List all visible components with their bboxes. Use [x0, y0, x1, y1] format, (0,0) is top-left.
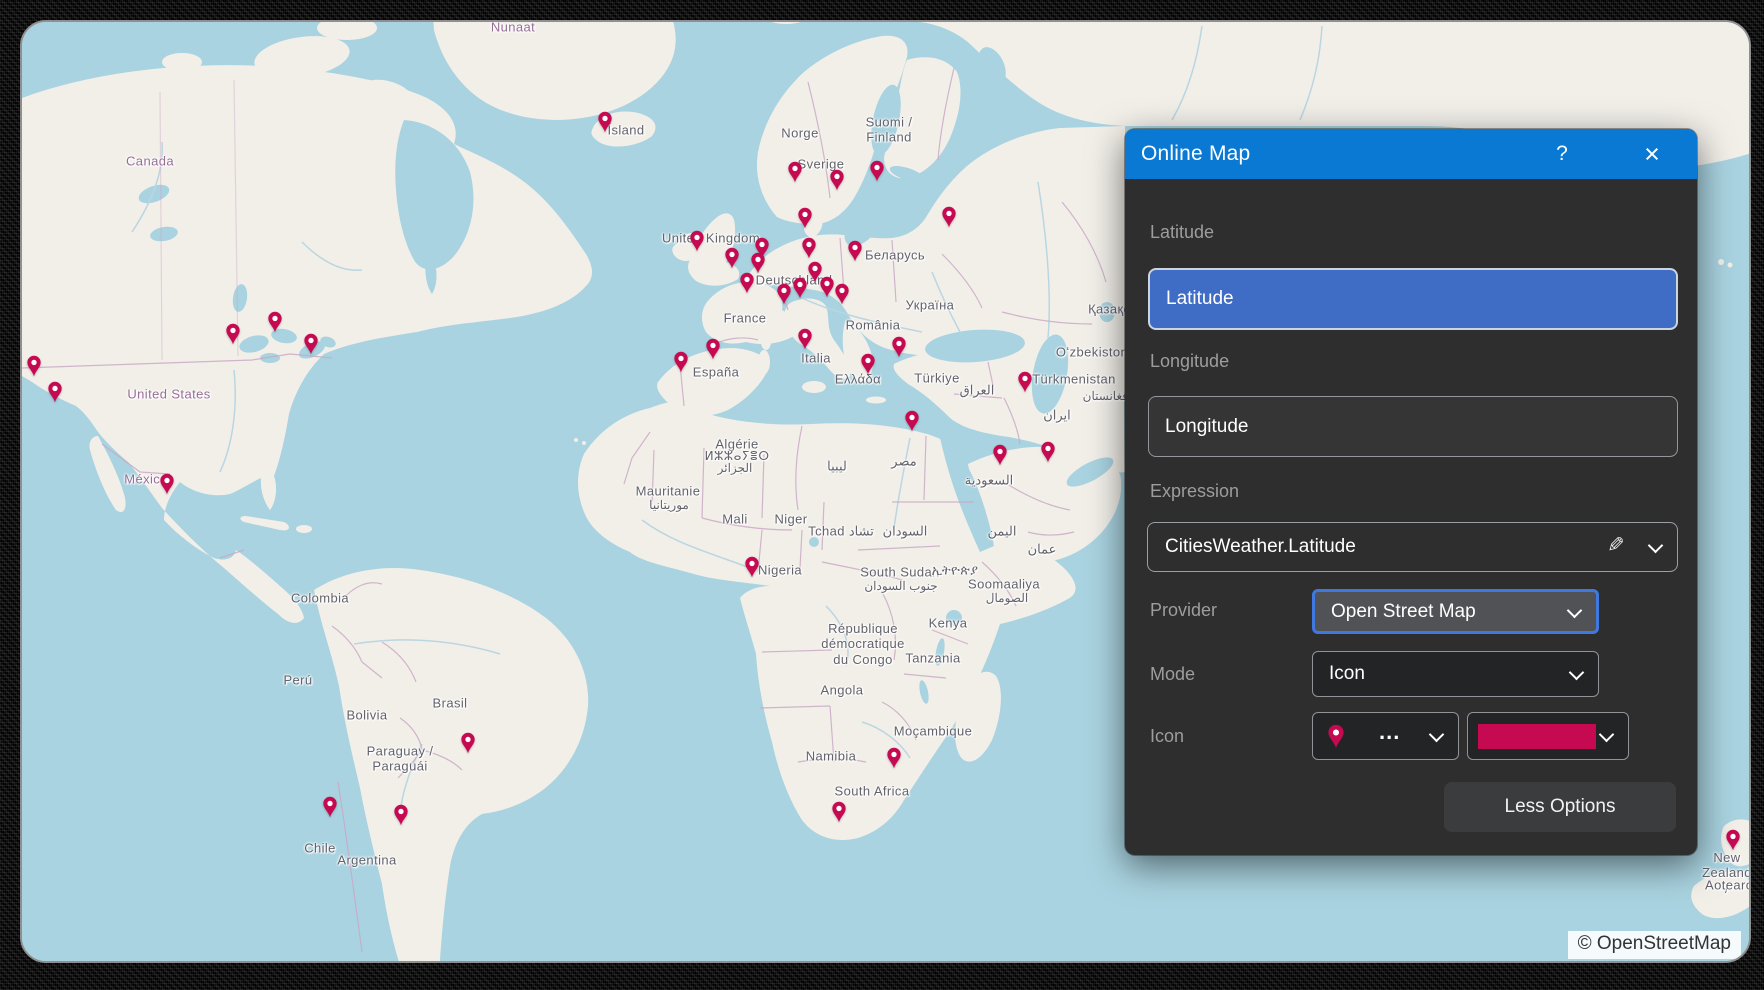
online-map-dialog: Online Map ? × Latitude Latitude Longitu…	[1125, 129, 1697, 855]
dialog-title: Online Map	[1141, 142, 1250, 166]
map-pin[interactable]	[847, 240, 863, 262]
longitude-field[interactable]: Longitude	[1148, 396, 1678, 457]
latitude-label: Latitude	[1150, 222, 1214, 243]
map-pin[interactable]	[1725, 829, 1741, 851]
map-pin[interactable]	[705, 338, 721, 360]
map-pin[interactable]	[750, 252, 766, 274]
provider-label: Provider	[1150, 600, 1217, 621]
map-pin[interactable]	[787, 161, 803, 183]
map-pin[interactable]	[834, 283, 850, 305]
map-pin[interactable]	[724, 247, 740, 269]
map-pin[interactable]	[689, 230, 705, 252]
map-pin[interactable]	[26, 355, 42, 377]
longitude-value: Longitude	[1165, 416, 1248, 438]
map-window: NunaatCanadaUnited StatesMéxicoColombiaP…	[20, 20, 1751, 963]
icon-color-dropdown[interactable]	[1467, 712, 1629, 760]
map-pin[interactable]	[831, 801, 847, 823]
map-attribution[interactable]: © OpenStreetMap	[1568, 931, 1741, 959]
map-pin[interactable]	[597, 111, 613, 133]
map-pin[interactable]	[1017, 371, 1033, 393]
map-pin[interactable]	[393, 804, 409, 826]
chevron-down-icon[interactable]	[1648, 538, 1664, 554]
map-pin[interactable]	[904, 410, 920, 432]
map-pin[interactable]	[776, 283, 792, 305]
map-pin[interactable]	[673, 351, 689, 373]
map-pin[interactable]	[159, 473, 175, 495]
help-button[interactable]: ?	[1547, 129, 1577, 179]
chevron-down-icon	[1569, 665, 1585, 681]
map-pin[interactable]	[267, 311, 283, 333]
map-pin[interactable]	[322, 796, 338, 818]
map-pin[interactable]	[797, 207, 813, 229]
close-icon[interactable]: ×	[1637, 129, 1667, 179]
map-pin[interactable]	[739, 272, 755, 294]
map-pin[interactable]	[860, 353, 876, 375]
map-pin[interactable]	[801, 237, 817, 259]
map-pin[interactable]	[792, 277, 808, 299]
chevron-down-icon	[1429, 727, 1445, 743]
map-pin[interactable]	[797, 328, 813, 350]
chevron-down-icon	[1599, 727, 1615, 743]
map-pin[interactable]	[886, 747, 902, 769]
latitude-field[interactable]: Latitude	[1148, 268, 1678, 330]
expression-value: CitiesWeather.Latitude	[1165, 536, 1356, 558]
expression-combo[interactable]: CitiesWeather.Latitude ✎	[1147, 522, 1678, 572]
map-pin[interactable]	[829, 169, 845, 191]
map-pin[interactable]	[225, 323, 241, 345]
less-options-button[interactable]: Less Options	[1444, 782, 1676, 832]
map-pin[interactable]	[460, 732, 476, 754]
provider-value: Open Street Map	[1331, 601, 1476, 623]
map-pin[interactable]	[869, 160, 885, 182]
map-pin[interactable]	[47, 381, 63, 403]
pencil-icon[interactable]: ✎	[1607, 533, 1625, 558]
expression-label: Expression	[1150, 481, 1239, 502]
mode-dropdown[interactable]: Icon	[1312, 651, 1599, 697]
longitude-label: Longitude	[1150, 351, 1229, 372]
map-pin[interactable]	[891, 336, 907, 358]
map-pin-icon	[1327, 724, 1345, 749]
dialog-titlebar: Online Map ? ×	[1125, 129, 1697, 179]
map-pin[interactable]	[1040, 441, 1056, 463]
icon-label: Icon	[1150, 726, 1184, 747]
map-pin[interactable]	[303, 333, 319, 355]
mode-value: Icon	[1329, 663, 1365, 685]
map-pin[interactable]	[744, 556, 760, 578]
map-pin[interactable]	[819, 276, 835, 298]
mode-label: Mode	[1150, 664, 1195, 685]
map-pin[interactable]	[992, 444, 1008, 466]
icon-picker-value: ...	[1379, 719, 1400, 745]
provider-dropdown[interactable]: Open Street Map	[1312, 589, 1599, 634]
latitude-value: Latitude	[1166, 288, 1234, 310]
icon-style-dropdown[interactable]: ...	[1312, 712, 1459, 760]
chevron-down-icon	[1567, 602, 1583, 618]
color-swatch	[1478, 724, 1596, 749]
map-pin[interactable]	[941, 206, 957, 228]
